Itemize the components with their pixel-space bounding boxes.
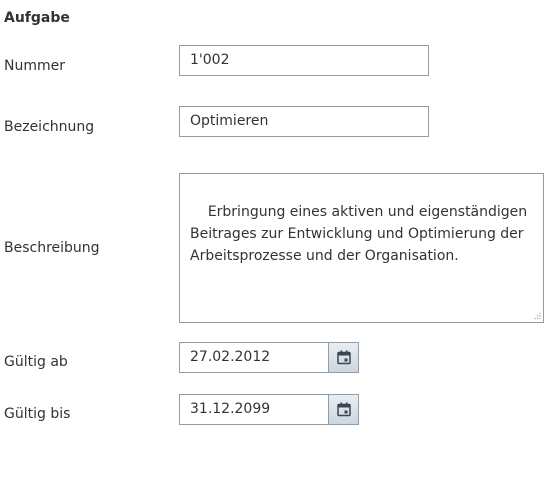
gueltig-ab-calendar-button[interactable] bbox=[328, 343, 358, 372]
beschreibung-label: Beschreibung bbox=[4, 240, 100, 256]
gueltig-ab-datepicker: 27.02.2012 bbox=[179, 342, 359, 373]
beschreibung-text: Erbringung eines aktiven und eigenständi… bbox=[190, 204, 532, 264]
gueltig-ab-label: Gültig ab bbox=[4, 354, 68, 370]
beschreibung-textarea[interactable]: Erbringung eines aktiven und eigenständi… bbox=[179, 173, 544, 323]
bezeichnung-field[interactable]: Optimieren bbox=[179, 106, 429, 137]
gueltig-bis-input[interactable]: 31.12.2099 bbox=[190, 395, 270, 424]
gueltig-ab-input[interactable]: 27.02.2012 bbox=[190, 343, 270, 372]
calendar-icon bbox=[336, 402, 351, 417]
calendar-icon bbox=[336, 350, 351, 365]
section-title: Aufgabe bbox=[4, 10, 70, 26]
nummer-field[interactable]: 1'002 bbox=[179, 45, 429, 76]
bezeichnung-label: Bezeichnung bbox=[4, 119, 95, 135]
gueltig-bis-label: Gültig bis bbox=[4, 406, 71, 422]
gueltig-bis-calendar-button[interactable] bbox=[328, 395, 358, 424]
gueltig-bis-datepicker: 31.12.2099 bbox=[179, 394, 359, 425]
resize-grip-icon[interactable] bbox=[533, 312, 541, 320]
nummer-label: Nummer bbox=[4, 58, 65, 74]
